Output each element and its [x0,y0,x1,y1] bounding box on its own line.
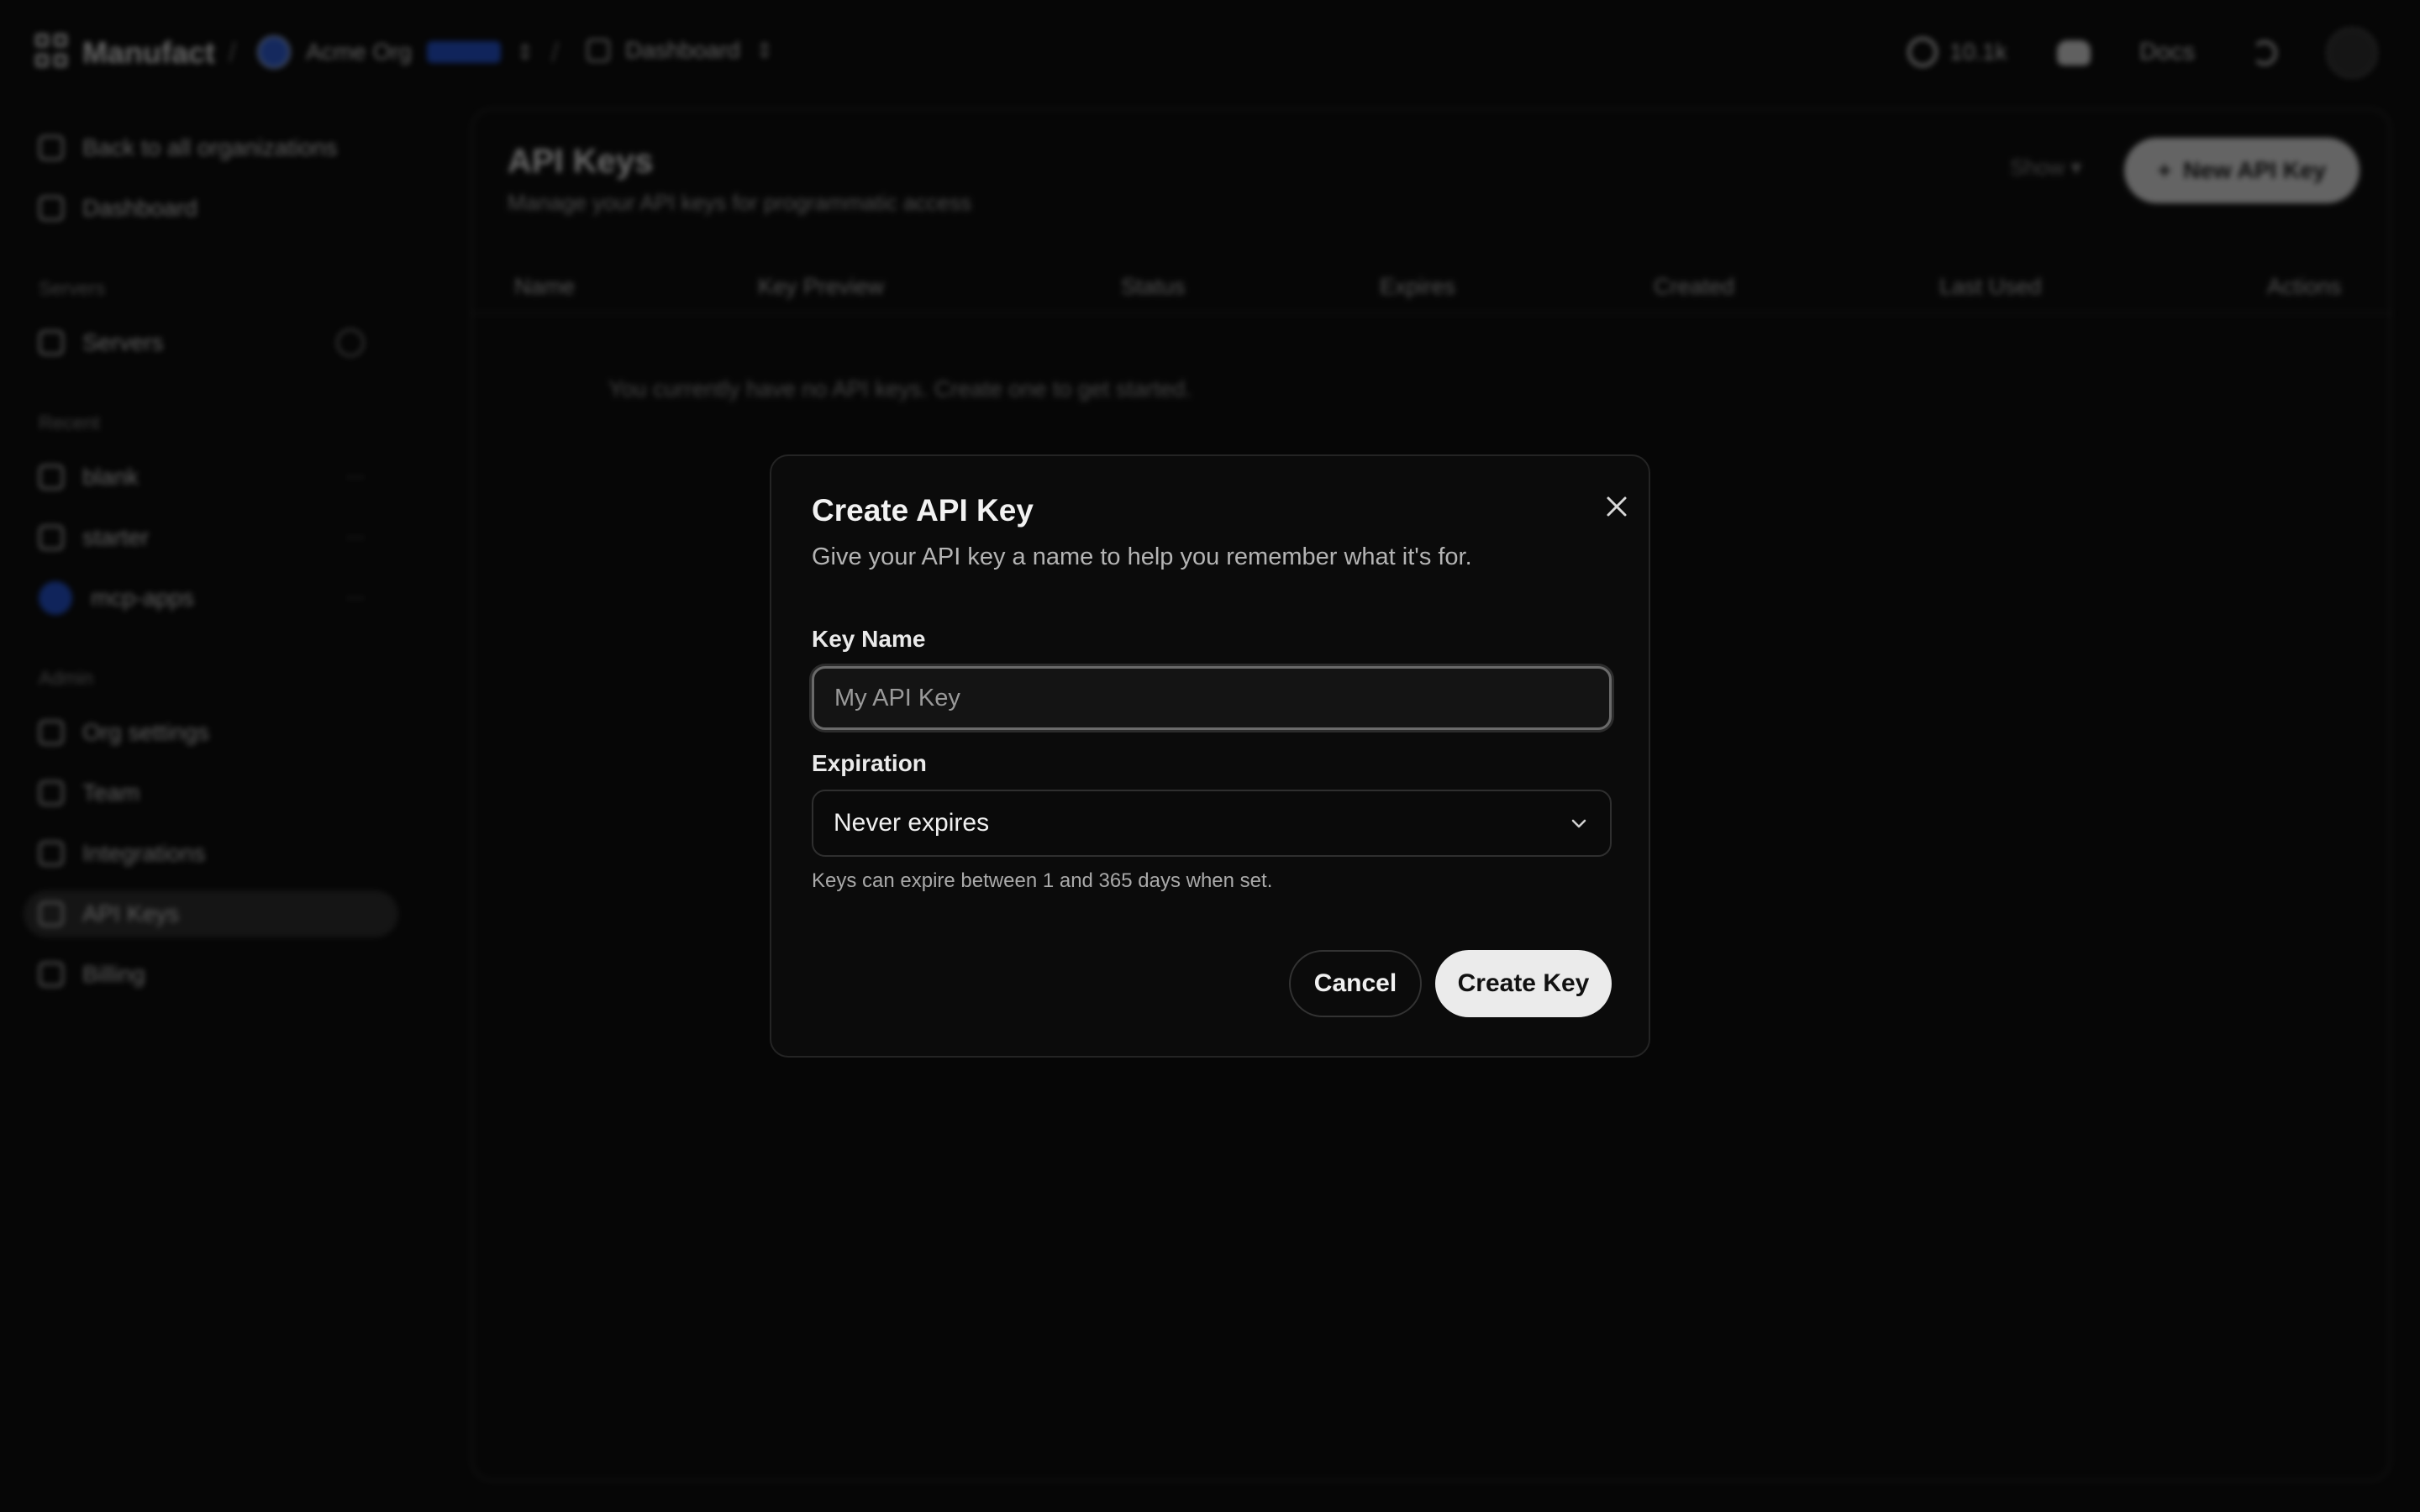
org-switcher[interactable]: Acme Org ⇕ [257,35,534,69]
plus-icon: + [2157,157,2172,183]
org-name: Acme Org [306,39,413,65]
top-bar: Manufact / Acme Org ⇕ / Dashboard ⇕ 10.1… [0,0,2420,108]
sidebar-item-recent-blank[interactable]: blank ⋯ [24,454,398,501]
more-icon[interactable]: ⋯ [346,466,365,488]
sidebar-item-back[interactable]: Back to all organizations [24,124,398,171]
server-icon [39,525,64,550]
breadcrumb-separator: / [551,37,559,67]
section-servers: Servers [39,277,106,299]
create-key-button[interactable]: Create Key [1435,950,1612,1017]
column-header: Last Used [1939,274,2042,299]
page-subtitle: Manage your API keys for programmatic ac… [508,190,972,215]
column-header: Status [1121,274,1186,299]
table-header: Name Key Preview Status Expires Created … [472,260,2393,314]
section-admin: Admin [39,667,94,689]
key-name-input[interactable] [812,666,1612,730]
show-filter-select[interactable]: Show ▾ [2010,155,2081,181]
sidebar-item-team[interactable]: Team [24,769,398,816]
key-icon [39,901,64,927]
breadcrumb-separator: / [229,37,236,67]
dashboard-switcher[interactable]: Dashboard ⇕ [587,37,774,64]
sidebar-item-billing[interactable]: Billing [24,951,398,998]
sidebar-item-label: mcp-apps [91,585,194,611]
dashboard-icon [587,39,610,62]
more-icon[interactable]: ⋯ [346,527,365,549]
sidebar-item-servers[interactable]: Servers [24,319,398,366]
sidebar-item-label: blank [82,464,139,490]
sidebar-item-recent-mcp-apps[interactable]: mcp-apps ⋯ [24,575,398,622]
column-header: Key Preview [758,274,885,299]
show-filter-label: Show [2010,155,2065,180]
docs-link[interactable]: Docs [2139,39,2195,66]
sidebar-item-label: Team [82,780,140,806]
sidebar-item-integrations[interactable]: Integrations [24,830,398,877]
back-arrow-icon [39,135,64,160]
github-icon [1907,37,1938,67]
server-icon [39,465,64,490]
integrations-icon [39,841,64,866]
project-avatar-icon [39,581,72,615]
column-header: Created [1654,274,1735,299]
sidebar-item-label: starter [82,524,150,550]
chevrons-updown-icon: ⇕ [516,39,534,65]
logo-icon [35,34,71,72]
discord-icon[interactable] [2057,40,2091,66]
github-stars: 10.1k [1949,39,2007,65]
section-recent: Recent [39,412,100,433]
sidebar: Back to all organizations Dashboard Serv… [0,108,420,1512]
sidebar-item-label: API Keys [82,900,180,927]
close-icon [1607,496,1627,517]
server-icon [39,330,64,355]
sidebar-item-label: Org settings [82,719,209,745]
sidebar-item-org-settings[interactable]: Org settings [24,709,398,756]
key-name-label: Key Name [812,626,926,652]
app-root: Manufact / Acme Org ⇕ / Dashboard ⇕ 10.1… [0,0,2420,1512]
user-icon [39,780,64,806]
chevrons-updown-icon: ⇕ [755,37,774,63]
dashboard-name: Dashboard [625,37,740,63]
column-header: Actions [2267,274,2342,299]
dialog-description: Give your API key a name to help you rem… [812,543,1472,570]
sidebar-item-label: Integrations [82,840,206,866]
chevron-down-icon [1571,819,1586,828]
sidebar-item-label: Dashboard [82,195,197,221]
cancel-button[interactable]: Cancel [1289,950,1422,1017]
column-header: Name [514,274,576,299]
close-button[interactable] [1593,483,1640,530]
create-api-key-dialog: Create API Key Give your API key a name … [770,454,1650,1058]
plan-badge [427,41,502,63]
expiration-label: Expiration [812,750,927,776]
expiration-select[interactable]: Never expires [812,790,1612,857]
add-server-icon[interactable] [336,328,365,357]
brand-logo[interactable]: Manufact [35,34,215,72]
sidebar-item-recent-starter[interactable]: starter ⋯ [24,514,398,561]
brand-name: Manufact [82,35,216,70]
sidebar-item-label: Servers [82,329,164,355]
theme-toggle-icon[interactable] [2252,40,2277,66]
github-link[interactable]: 10.1k [1907,37,2007,67]
column-header: Expires [1380,274,1456,299]
more-icon[interactable]: ⋯ [346,587,365,609]
new-api-key-button[interactable]: + New API Key [2124,138,2360,203]
dialog-title: Create API Key [812,493,1034,528]
dashboard-icon [39,196,64,221]
gear-icon [39,720,64,745]
expiration-selected-value: Never expires [834,809,990,837]
sidebar-item-api-keys[interactable]: API Keys [24,890,398,937]
new-api-key-label: New API Key [2183,157,2327,183]
org-avatar-icon [257,35,291,69]
sidebar-item-label: Back to all organizations [82,134,338,160]
billing-icon [39,962,64,987]
expiration-hint: Keys can expire between 1 and 365 days w… [812,869,1273,892]
page-title: API Keys [508,143,654,180]
sidebar-item-dashboard[interactable]: Dashboard [24,185,398,232]
sidebar-item-label: Billing [82,961,145,987]
empty-state-message: You currently have no API keys. Create o… [608,376,1192,402]
user-avatar[interactable] [2326,27,2378,79]
